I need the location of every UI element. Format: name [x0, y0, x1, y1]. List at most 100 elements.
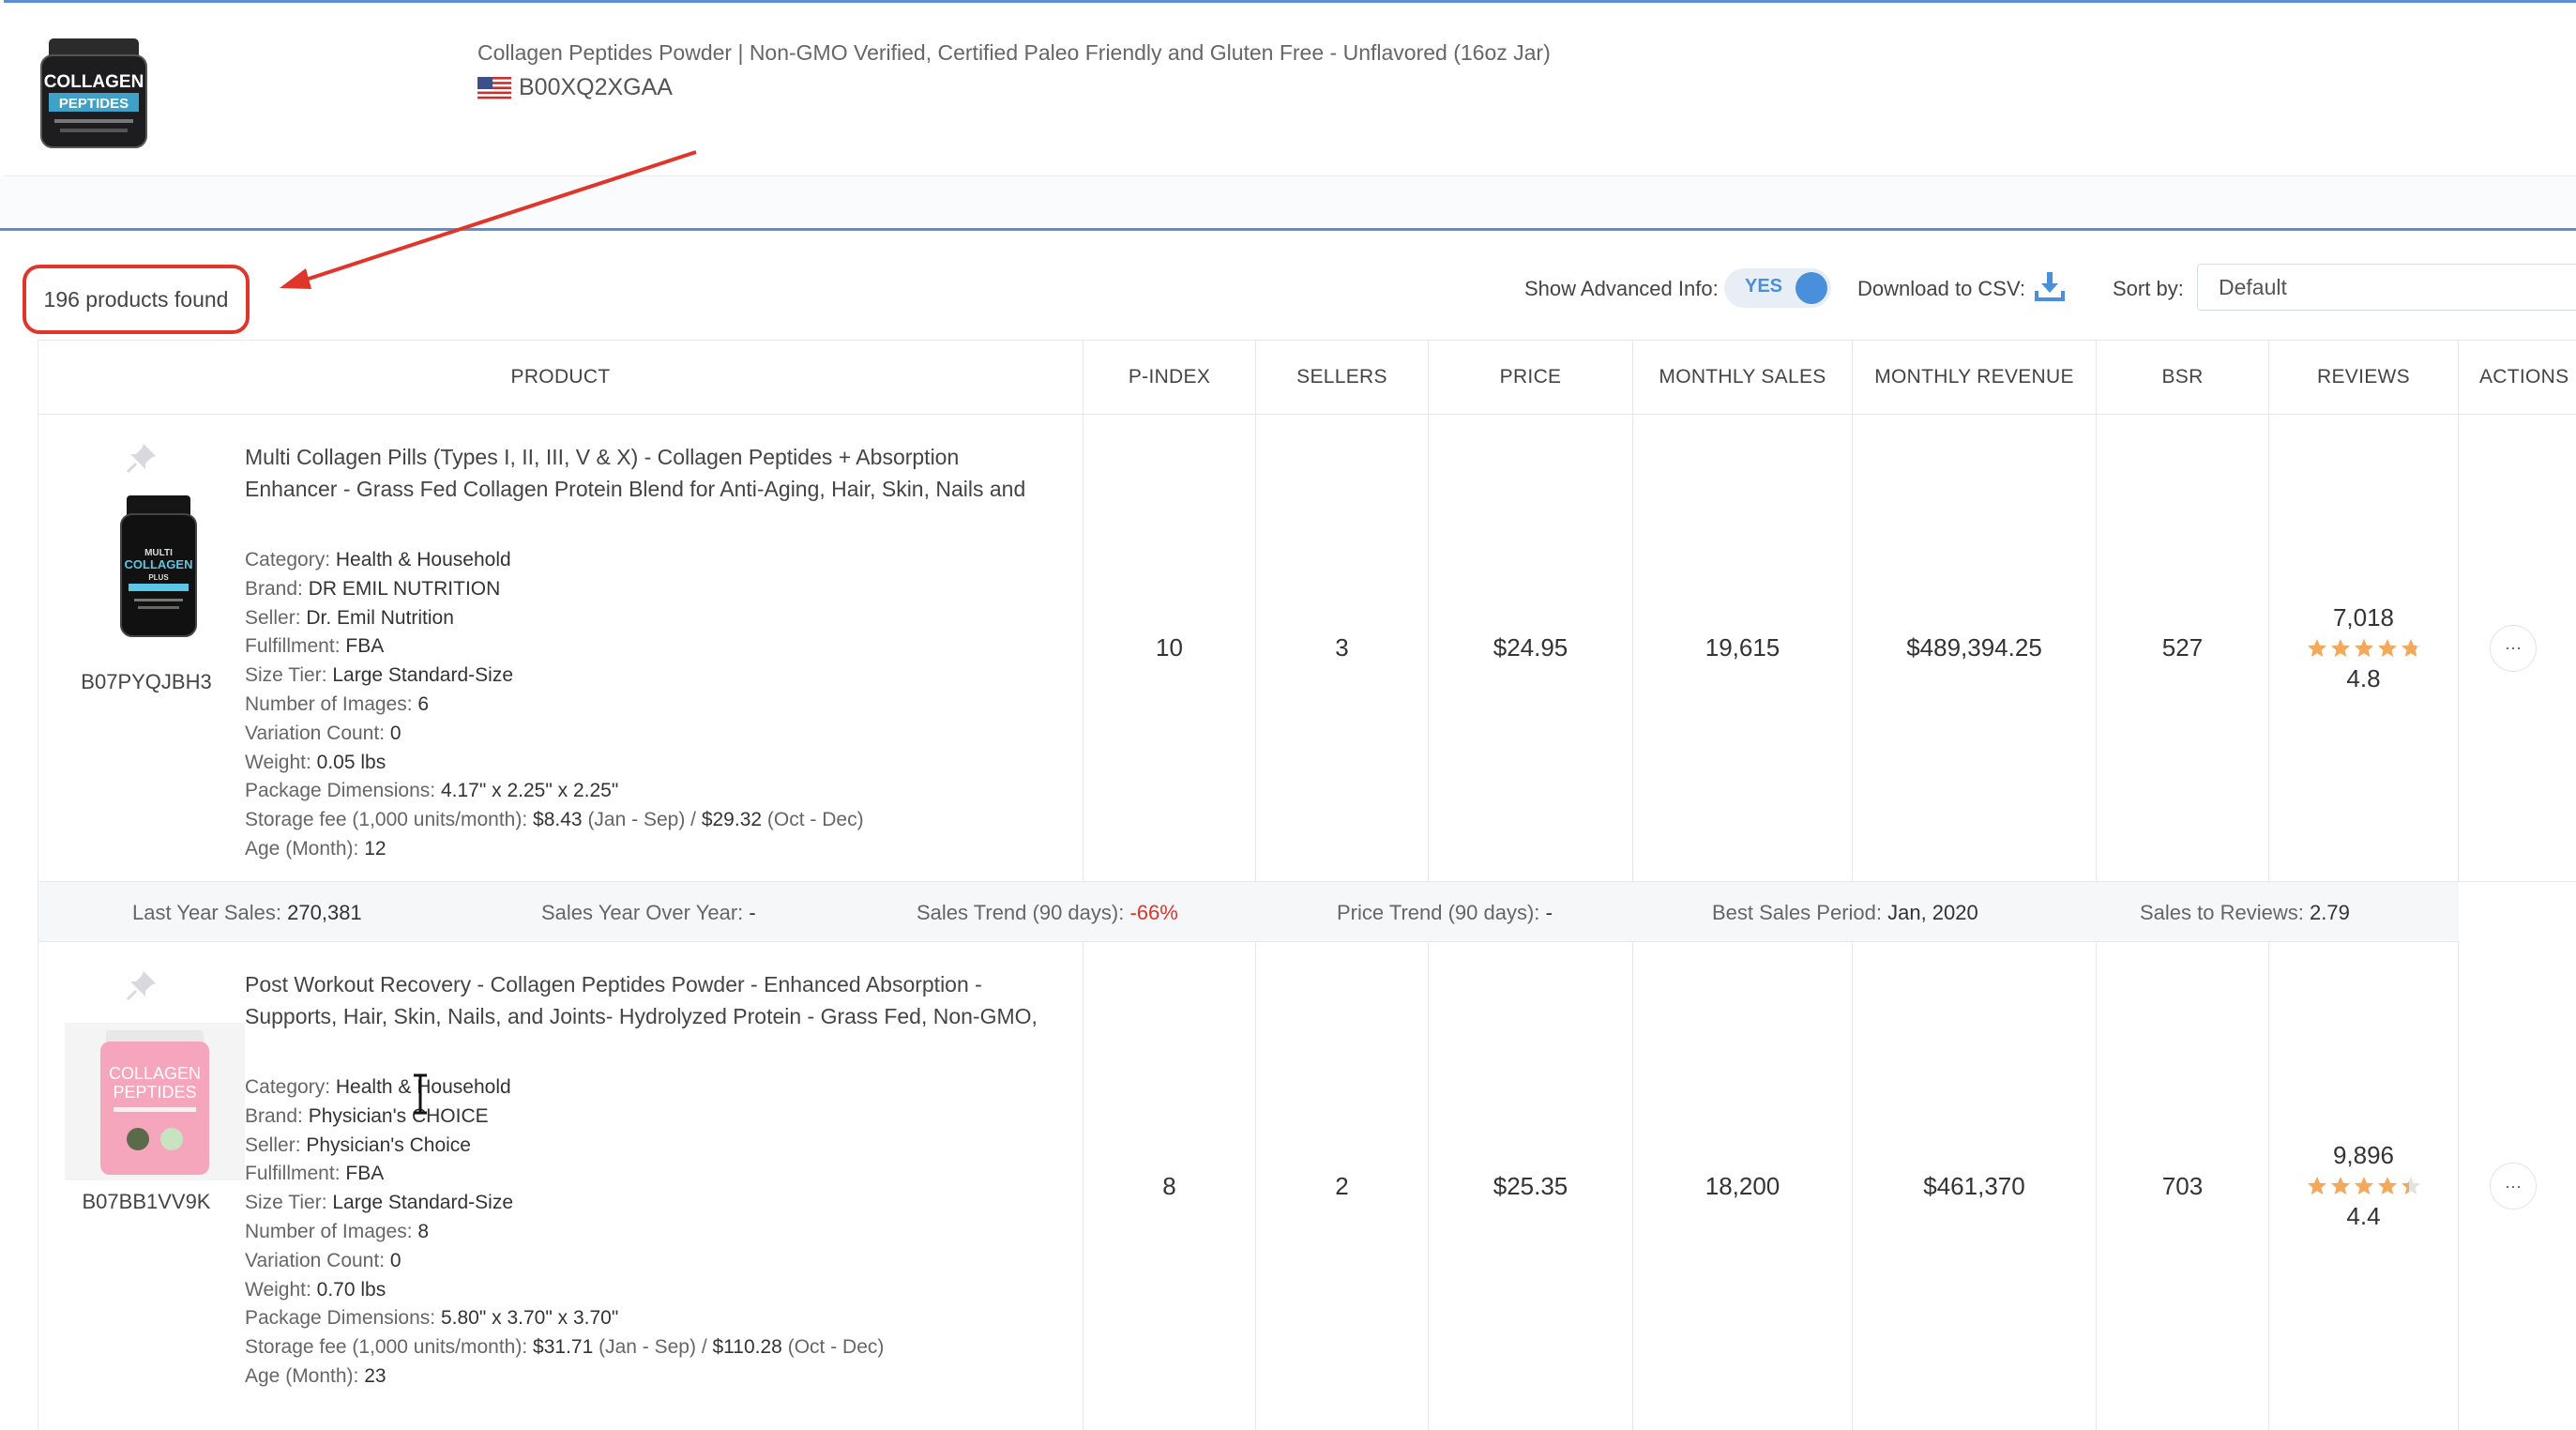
product-title[interactable]: Multi Collagen Pills (Types I, II, III, … — [245, 441, 1052, 505]
detail-label: Seller: — [245, 1133, 301, 1156]
rating-value: 4.4 — [2346, 1202, 2381, 1230]
column-header-product[interactable]: PRODUCT — [38, 341, 1083, 414]
more-actions-button[interactable]: ··· — [2490, 624, 2537, 672]
toggle-knob — [1796, 272, 1827, 304]
column-header-price[interactable]: PRICE — [1429, 341, 1633, 414]
product-details: Category: Health & Household Brand: DR E… — [245, 546, 864, 864]
monthly-sales-value: 19,615 — [1633, 415, 1853, 881]
stat-sales-yoy: Sales Year Over Year: - — [541, 901, 756, 925]
column-header-bsr[interactable]: BSR — [2097, 341, 2269, 414]
show-advanced-info-label: Show Advanced Info: — [1524, 277, 1719, 300]
stat-value: 270,381 — [287, 901, 362, 924]
reviews-count: 9,896 — [2332, 1141, 2395, 1169]
product-title-line: Enhancer - Grass Fed Collagen Protein Bl… — [245, 477, 1026, 501]
column-header-monthly-sales[interactable]: MONTHLY SALES — [1633, 341, 1853, 414]
toggle-state-text: YES — [1745, 276, 1783, 297]
product-row: COLLAGEN PEPTIDES B07BB1VV9K Post Workou… — [38, 942, 2576, 1430]
pin-icon[interactable] — [125, 968, 159, 1002]
bsr-value: 527 — [2097, 415, 2269, 881]
header-asin-row: B00XQ2XGAA — [477, 74, 673, 101]
stat-value: - — [749, 901, 756, 924]
section-divider — [0, 228, 2576, 231]
products-found-count: 196 products found — [23, 265, 250, 334]
star-icon — [2354, 638, 2373, 657]
detail-label: Number of Images: — [245, 692, 413, 715]
detail-label: Size Tier: — [245, 664, 327, 687]
products-table: PRODUCT P-INDEX SELLERS PRICE MONTHLY SA… — [38, 340, 2576, 1430]
detail-images: 8 — [417, 1220, 430, 1242]
header-product-title[interactable]: Collagen Peptides Powder | Non-GMO Verif… — [477, 40, 1551, 66]
column-header-monthly-revenue[interactable]: MONTHLY REVENUE — [1853, 341, 2097, 414]
product-title[interactable]: Post Workout Recovery - Collagen Peptide… — [245, 968, 1052, 1032]
detail-storage-fee: $110.28 — [712, 1336, 782, 1359]
detail-storage-fee: $29.32 — [701, 809, 763, 831]
thumb-text: PLUS — [148, 573, 169, 582]
stat-last-year-sales: Last Year Sales: 270,381 — [132, 901, 362, 925]
star-icon — [2330, 1177, 2350, 1194]
detail-variation: 0 — [389, 722, 402, 744]
detail-size-tier: Large Standard-Size — [332, 664, 513, 687]
stat-value: Jan, 2020 — [1887, 901, 1978, 924]
detail-label: Variation Count: — [245, 1249, 386, 1271]
product-image[interactable]: COLLAGEN PEPTIDES — [65, 1023, 245, 1180]
pin-icon[interactable] — [125, 441, 159, 475]
actions-cell: ··· — [2459, 415, 2576, 881]
thumb-text: PEPTIDES — [113, 1083, 196, 1102]
stat-label: Best Sales Period: — [1712, 901, 1882, 924]
product-title-line: Multi Collagen Pills (Types I, II, III, … — [245, 445, 960, 469]
detail-dimensions: 4.17" x 2.25" x 2.25" — [440, 780, 619, 802]
product-asin[interactable]: B07BB1VV9K — [57, 1190, 235, 1214]
product-title-line: Supports, Hair, Skin, Nails, and Joints-… — [245, 1004, 1038, 1028]
star-icon — [2377, 638, 2397, 657]
detail-label: Fulfillment: — [245, 1163, 341, 1185]
sort-by-label: Sort by: — [2113, 277, 2184, 300]
svg-text:PEPTIDES: PEPTIDES — [59, 96, 129, 112]
detail-age: 12 — [364, 837, 386, 860]
collagen-jar-image: COLLAGEN PEPTIDES — [40, 38, 147, 148]
star-icon — [2401, 1177, 2420, 1194]
section-spacer — [0, 176, 2576, 227]
product-cell: COLLAGEN PEPTIDES B07BB1VV9K Post Workou… — [38, 942, 1083, 1430]
detail-label: Weight: — [245, 1278, 311, 1301]
show-advanced-info-toggle[interactable]: YES — [1724, 268, 1831, 308]
detail-period: (Jan - Sep) / — [587, 809, 696, 831]
selected-product-header: COLLAGEN PEPTIDES Collagen Peptides Powd… — [4, 0, 2576, 176]
detail-period: (Jan - Sep) / — [599, 1336, 707, 1359]
stat-label: Sales Trend (90 days): — [917, 901, 1125, 924]
detail-weight: 0.05 lbs — [316, 751, 386, 773]
star-icon — [2307, 1177, 2326, 1194]
more-actions-button[interactable]: ··· — [2490, 1163, 2537, 1209]
stat-label: Sales to Reviews: — [2140, 901, 2304, 924]
detail-label: Size Tier: — [245, 1192, 327, 1214]
header-asin: B00XQ2XGAA — [519, 74, 673, 100]
download-icon[interactable] — [2034, 270, 2066, 302]
sort-by-select[interactable]: Default — [2197, 264, 2576, 311]
product-asin[interactable]: B07PYQJBH3 — [57, 670, 235, 694]
column-header-reviews[interactable]: REVIEWS — [2269, 341, 2459, 414]
detail-variation: 0 — [389, 1249, 402, 1271]
text-cursor-icon — [414, 1073, 427, 1115]
reviews-cell: 9,896 4.4 — [2269, 942, 2459, 1430]
detail-label: Weight: — [245, 751, 311, 773]
product-image[interactable]: MULTI COLLAGEN PLUS — [93, 492, 224, 640]
product-stats-row: Last Year Sales: 270,381 Sales Year Over… — [38, 882, 2459, 942]
sellers-value: 3 — [1256, 415, 1429, 881]
reviews-cell: 7,018 4.8 — [2269, 415, 2459, 881]
product-title-line: Post Workout Recovery - Collagen Peptide… — [245, 972, 982, 996]
star-icon — [2401, 638, 2420, 657]
stat-label: Price Trend (90 days): — [1337, 901, 1540, 924]
detail-label: Number of Images: — [245, 1220, 413, 1242]
column-header-actions: ACTIONS — [2479, 366, 2569, 388]
price-value: $24.95 — [1429, 415, 1633, 881]
detail-fulfillment: FBA — [345, 1163, 385, 1185]
monthly-revenue-value: $461,370 — [1853, 942, 2097, 1430]
column-header-p-index[interactable]: P-INDEX — [1083, 341, 1256, 414]
detail-seller: Dr. Emil Nutrition — [306, 606, 454, 629]
star-icon — [2307, 638, 2326, 657]
stat-price-trend: Price Trend (90 days): - — [1337, 901, 1553, 925]
detail-images: 6 — [417, 692, 430, 715]
stat-sales-trend: Sales Trend (90 days): -66% — [917, 901, 1178, 925]
column-header-sellers[interactable]: SELLERS — [1256, 341, 1429, 414]
thumb-text: COLLAGEN — [109, 1064, 201, 1083]
detail-category: Health & Household — [335, 549, 511, 570]
